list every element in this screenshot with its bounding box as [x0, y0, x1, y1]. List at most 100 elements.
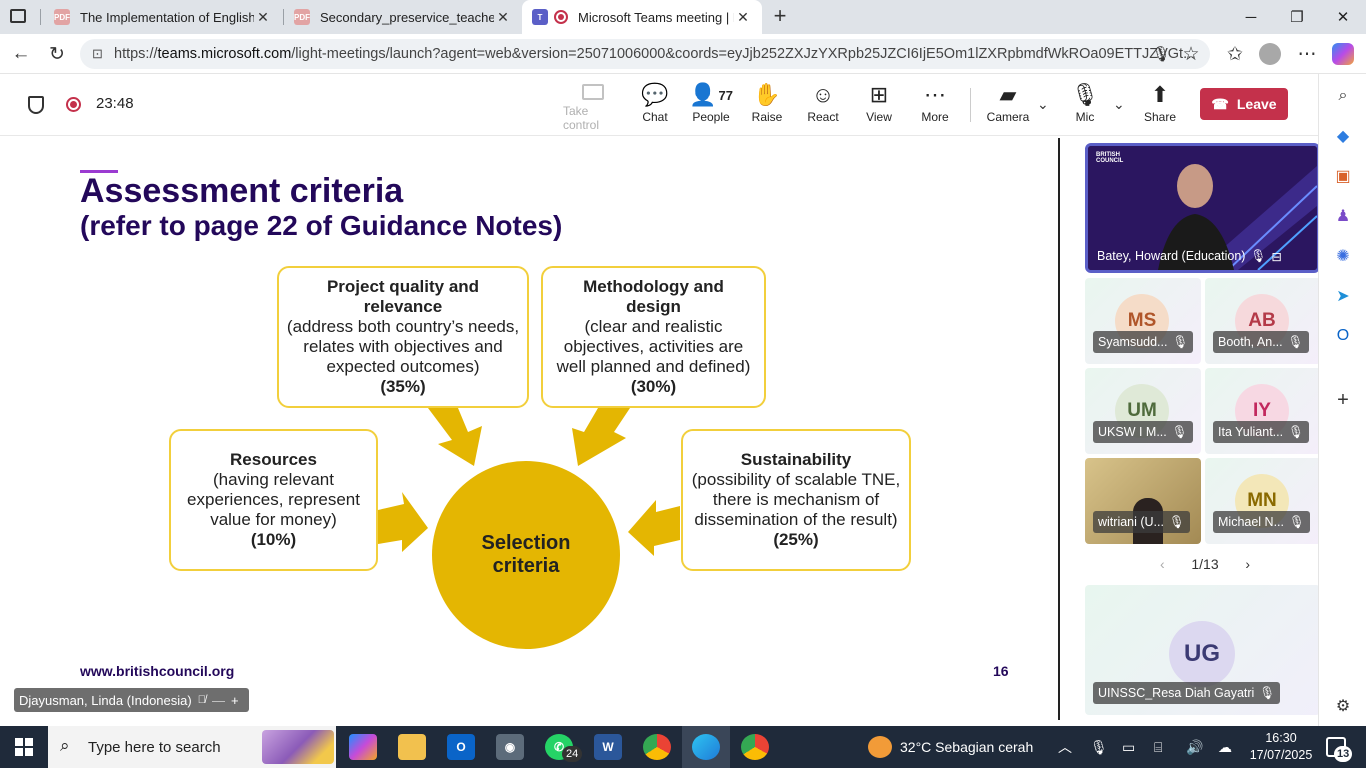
shopping-tag-icon[interactable]: ◆ — [1333, 126, 1353, 146]
battery-icon[interactable]: ▭ — [1122, 726, 1135, 768]
copilot-taskbar-icon[interactable] — [349, 734, 377, 760]
participant-name: Syamsudd... — [1098, 335, 1168, 349]
mic-button[interactable]: 🎙 Mic — [1057, 80, 1113, 132]
box-project-quality: Project quality and relevance (address b… — [277, 266, 529, 408]
mic-muted-icon: 🎙 — [1172, 334, 1189, 349]
network-icon[interactable]: ⌸ — [1154, 726, 1162, 768]
participant-name: Michael N... — [1218, 515, 1284, 529]
clock[interactable]: 16:30 17/07/2025 — [1248, 730, 1314, 764]
read-aloud-icon[interactable]: 🎙 — [1146, 40, 1176, 68]
mic-label: Mic — [1075, 110, 1095, 124]
leave-button[interactable]: ☎ Leave — [1200, 88, 1288, 120]
show-hidden-icons-chevron-icon[interactable]: ︿ — [1058, 726, 1072, 768]
minimize-icon[interactable]: ─ — [1228, 0, 1274, 34]
participant-name-tag: Michael N... 🎙 — [1213, 511, 1310, 533]
participants-pager: ‹ 1/13 › — [1160, 554, 1250, 574]
favorite-star-icon[interactable]: ☆ — [1176, 40, 1206, 68]
arrow-resources — [378, 492, 428, 552]
box-body: (possibility of scalable TNE, there is m… — [691, 470, 901, 529]
speaker-name-tag: Batey, Howard (Education) 🎙 ⊟ — [1092, 245, 1287, 267]
leave-label: Leave — [1236, 96, 1277, 112]
participant-tile[interactable]: witriani (U... 🎙 — [1085, 458, 1201, 544]
box-heading: Project quality and relevance — [326, 277, 480, 316]
search-icon[interactable]: ⌕ — [1333, 86, 1353, 106]
participant-tile[interactable]: UM UKSW I M... 🎙 — [1085, 368, 1201, 454]
mic-muted-icon: 🎙 — [1168, 514, 1185, 529]
participant-name-tag: Syamsudd... 🎙 — [1093, 331, 1194, 353]
next-page-chevron-icon[interactable]: › — [1245, 556, 1250, 572]
close-window-icon[interactable]: ✕ — [1320, 0, 1366, 34]
word-icon[interactable]: W — [594, 734, 622, 760]
copilot-icon[interactable] — [1332, 43, 1354, 65]
windows-start-icon[interactable] — [0, 726, 48, 768]
minus-icon[interactable]: — — [212, 693, 225, 708]
chrome-profile-icon[interactable] — [741, 734, 769, 760]
box-methodology: Methodology and design (clear and realis… — [541, 266, 766, 408]
mic-muted-icon: 🎙 — [1287, 334, 1304, 349]
participant-name-tag: witriani (U... 🎙 — [1093, 511, 1190, 533]
onedrive-cloud-icon[interactable]: ☁ — [1218, 726, 1232, 768]
profile-avatar[interactable] — [1259, 43, 1281, 65]
camera-app-icon[interactable]: ◉ — [496, 734, 524, 760]
selection-criteria-circle: Selection criteria — [432, 461, 620, 649]
share-button[interactable]: ⬆ Share — [1132, 80, 1188, 132]
mic-muted-icon: 🎙 — [1171, 424, 1188, 439]
participant-tile[interactable]: AB Booth, An... 🎙 — [1205, 278, 1321, 364]
screen-share-icon: ⊟ — [1271, 249, 1282, 264]
copilot-apps-icon[interactable]: ✺ — [1333, 246, 1353, 266]
arrow-project — [428, 408, 482, 466]
participant-name-tag: UKSW I M... 🎙 — [1093, 421, 1193, 443]
participant-name: witriani (U... — [1098, 515, 1164, 529]
outlook-icon[interactable]: O — [1333, 326, 1353, 346]
participant-name-tag: Booth, An... 🎙 — [1213, 331, 1309, 353]
participant-tile[interactable]: IY Ita Yuliant... 🎙 — [1205, 368, 1321, 454]
participant-tile[interactable]: MS Syamsudd... 🎙 — [1085, 278, 1201, 364]
mic-muted-icon: 🎙 — [1288, 424, 1304, 439]
taskbar-search-box[interactable]: ⌕ Type here to search — [48, 726, 336, 768]
file-explorer-icon[interactable] — [398, 734, 426, 760]
mic-muted-icon: 🎙̸ — [197, 694, 206, 706]
stage-divider — [1058, 138, 1060, 720]
add-sidebar-app-icon[interactable]: + — [1333, 389, 1353, 411]
restore-icon[interactable]: ❐ — [1274, 0, 1320, 34]
clock-date: 17/07/2025 — [1249, 748, 1313, 762]
box-heading: Sustainability — [740, 450, 852, 469]
more-menu-icon[interactable]: ⋯ — [1292, 40, 1322, 68]
outlook-taskbar-icon[interactable]: O — [447, 734, 475, 760]
slide-page-number: 16 — [993, 663, 1009, 679]
box-heading: Methodology and design — [583, 277, 724, 316]
mic-icon: 🎙 — [1250, 248, 1267, 263]
page-indicator: 1/13 — [1191, 556, 1219, 572]
participant-name: UINSSC_Resa Diah Gayatri — [1098, 686, 1255, 700]
weather-text: 32°C Sebagian cerah — [900, 739, 1034, 755]
volume-icon[interactable]: 🔊 — [1186, 726, 1203, 768]
chrome-icon[interactable] — [643, 734, 671, 760]
plus-icon[interactable]: + — [231, 693, 239, 708]
participant-tile-large[interactable]: UG UINSSC_Resa Diah Gayatri 🎙 — [1085, 585, 1320, 715]
box-heading: Resources — [230, 450, 317, 469]
active-speaker-tile[interactable]: BRITISH COUNCIL Batey, Howard (Education… — [1085, 143, 1320, 273]
clock-time: 16:30 — [1265, 731, 1297, 745]
participant-name: Ita Yuliant... — [1218, 425, 1284, 439]
telegram-icon[interactable]: ➤ — [1333, 286, 1353, 306]
edge-sidebar: ⌕ ◆ ▣ ♟ ✺ ➤ O + ⚙ — [1318, 74, 1366, 726]
search-highlight-image — [262, 730, 334, 764]
microphone-tray-icon[interactable]: 🎙 — [1090, 726, 1108, 768]
prev-page-chevron-icon[interactable]: ‹ — [1160, 556, 1165, 572]
sidebar-settings-gear-icon[interactable]: ⚙ — [1333, 696, 1353, 716]
weather-widget[interactable]: 32°C Sebagian cerah — [868, 726, 1033, 768]
mic-options-chevron-icon[interactable]: ⌄ — [1113, 96, 1125, 113]
favorites-icon[interactable]: ✩ — [1220, 40, 1250, 68]
weather-icon — [868, 736, 892, 758]
box-percent: (30%) — [630, 377, 677, 396]
mic-off-icon: 🎙 — [1071, 82, 1099, 107]
tools-briefcase-icon[interactable]: ▣ — [1333, 166, 1353, 186]
games-icon[interactable]: ♟ — [1333, 206, 1353, 226]
arrow-method — [572, 408, 630, 466]
edge-icon[interactable] — [692, 734, 720, 760]
participant-tile[interactable]: MN Michael N... 🎙 — [1205, 458, 1321, 544]
box-percent: (25%) — [773, 530, 819, 549]
whatsapp-badge: 24 — [562, 746, 583, 762]
search-magnifier-icon: ⌕ — [60, 736, 70, 755]
british-council-logo: BRITISH COUNCIL — [1096, 152, 1124, 164]
